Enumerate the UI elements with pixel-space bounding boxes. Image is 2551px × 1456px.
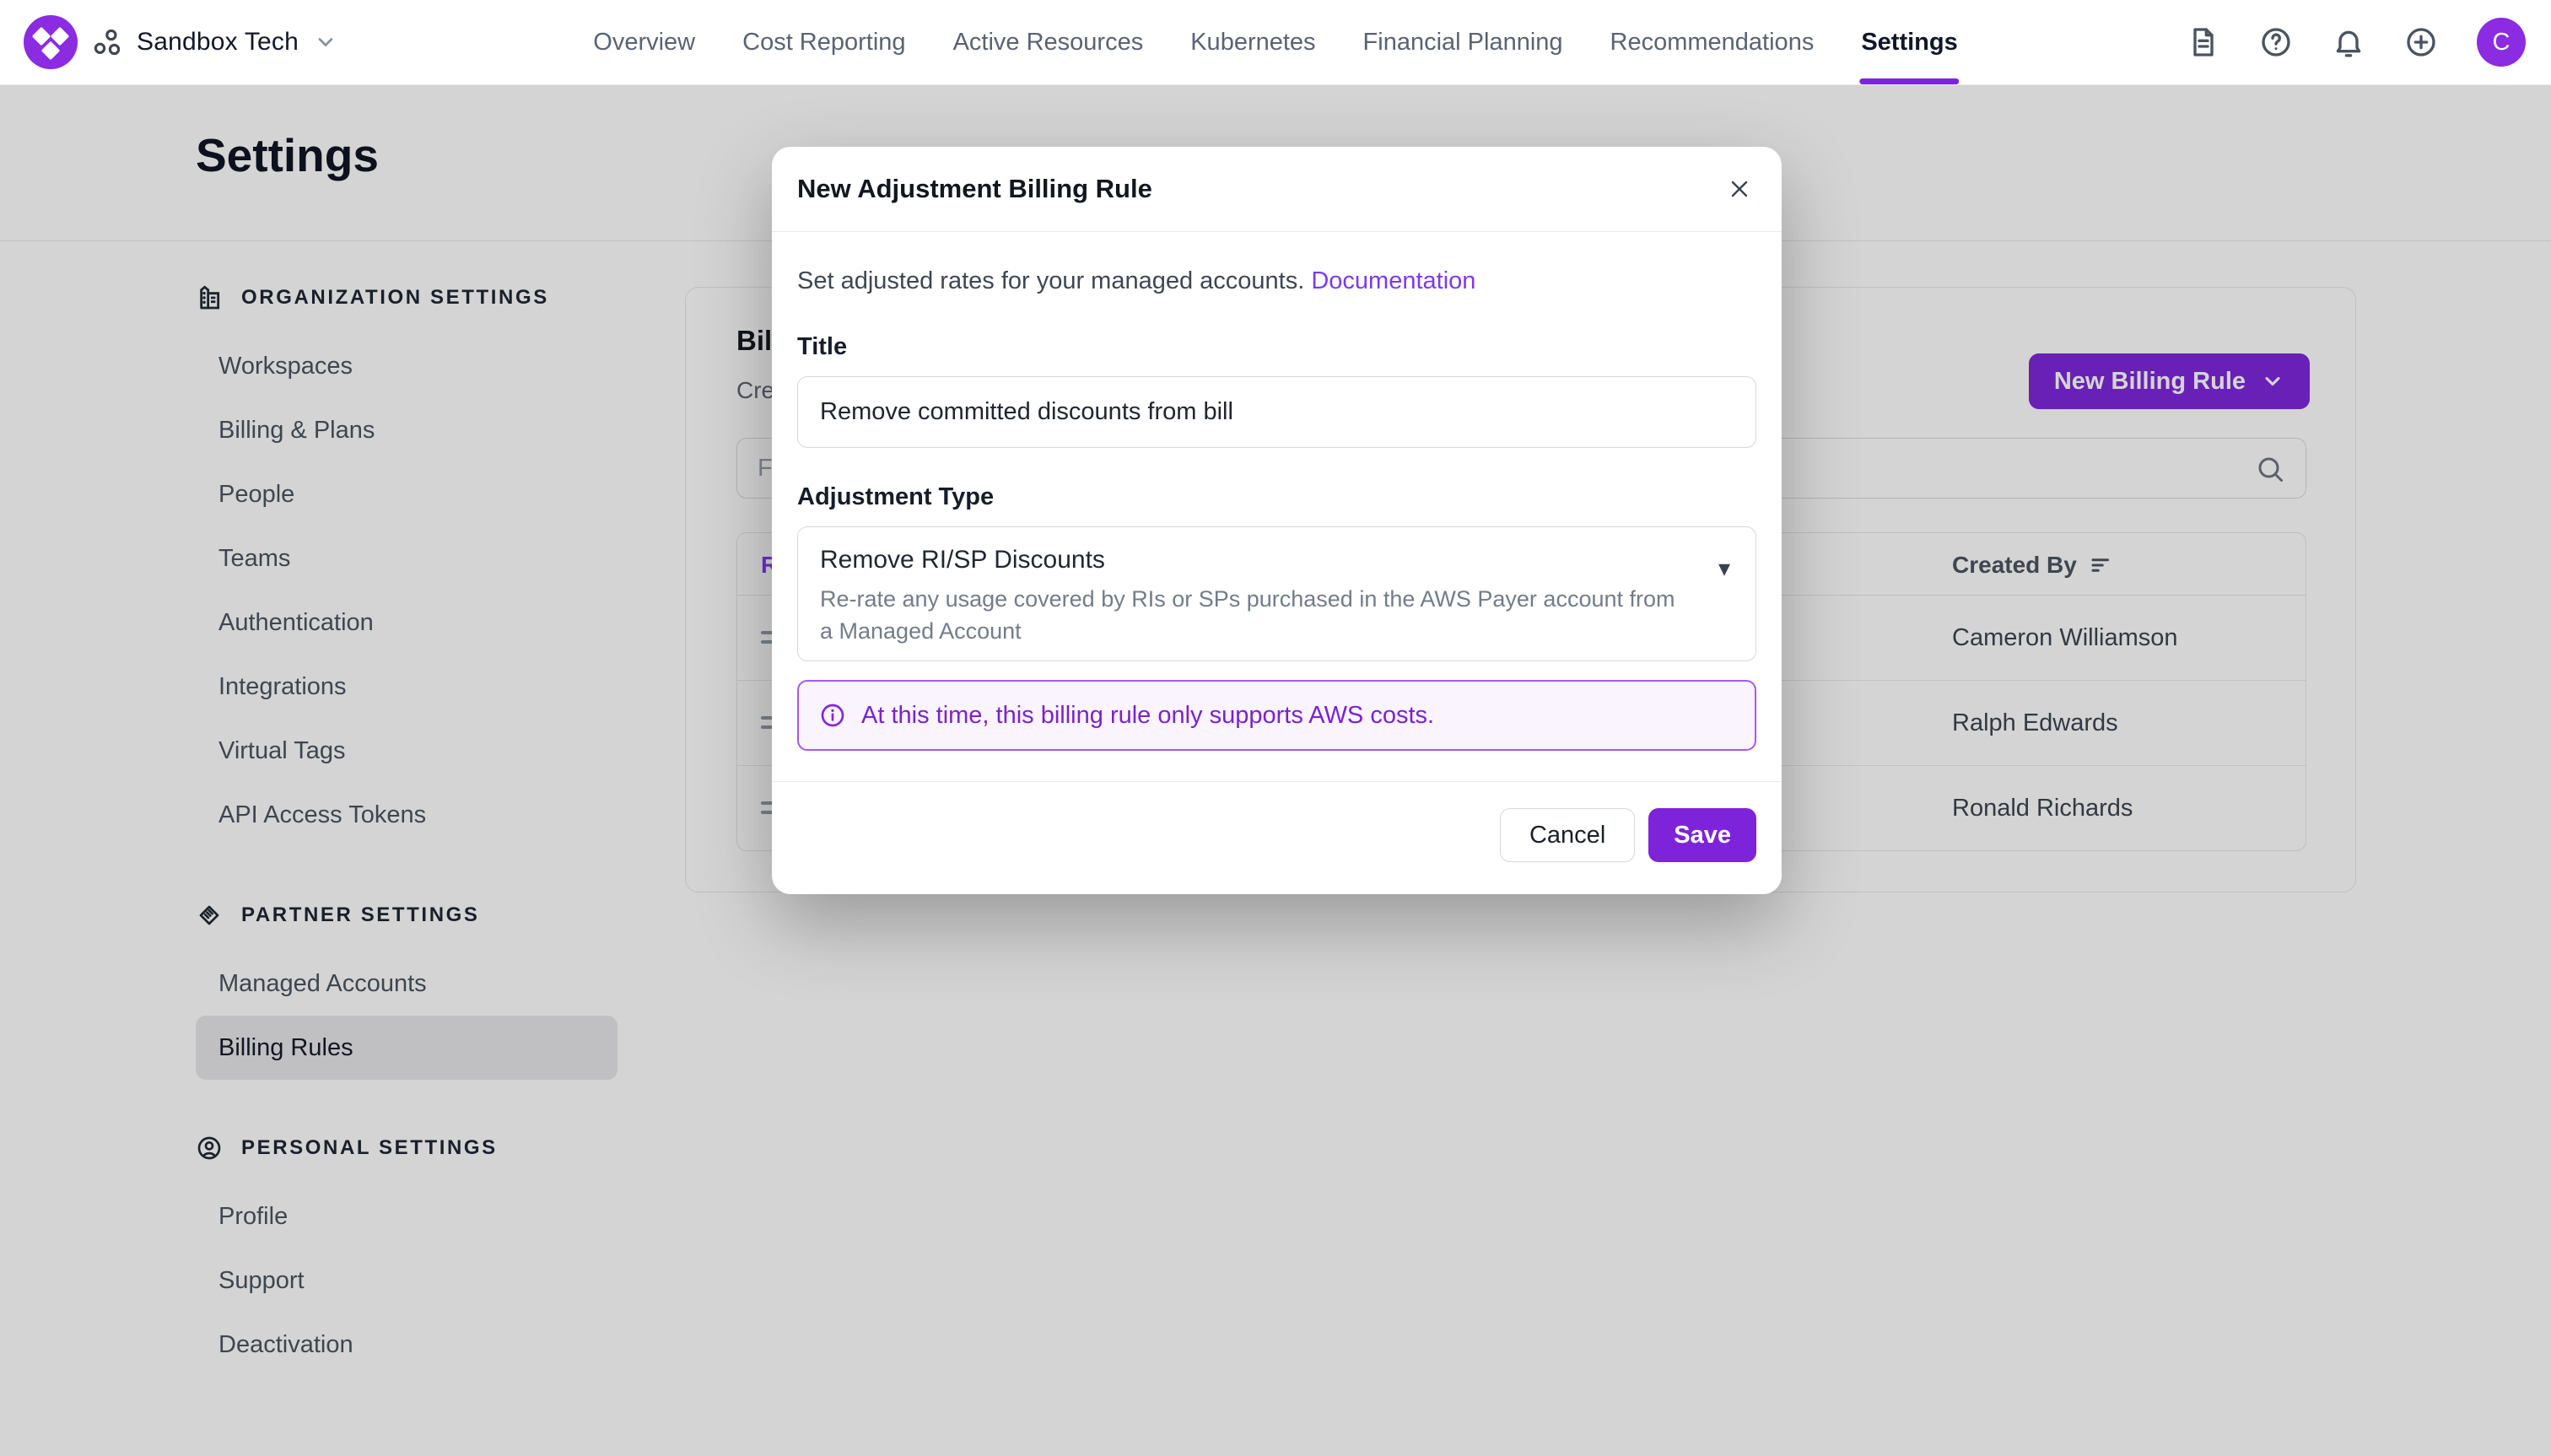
org-cluster-icon xyxy=(93,28,121,57)
topbar-actions: C xyxy=(2187,0,2526,84)
user-avatar[interactable]: C xyxy=(2477,18,2526,67)
modal-title: New Adjustment Billing Rule xyxy=(797,174,1152,204)
modal-footer: Cancel Save xyxy=(772,781,1782,888)
avatar-initial: C xyxy=(2493,29,2511,57)
nav-item-overview[interactable]: Overview xyxy=(593,0,695,84)
document-icon[interactable] xyxy=(2187,25,2220,59)
main-nav: Overview Cost Reporting Active Resources… xyxy=(593,0,1957,84)
nav-item-recommendations[interactable]: Recommendations xyxy=(1610,0,1815,84)
nav-item-cost-reporting[interactable]: Cost Reporting xyxy=(742,0,905,84)
nav-item-settings-label: Settings xyxy=(1861,29,1957,57)
aws-only-info-banner: At this time, this billing rule only sup… xyxy=(797,680,1756,751)
chevron-down-icon xyxy=(314,30,337,54)
modal-description: Set adjusted rates for your managed acco… xyxy=(797,264,1756,298)
title-input[interactable] xyxy=(797,376,1756,448)
save-button[interactable]: Save xyxy=(1648,808,1756,862)
nav-item-settings[interactable]: Settings xyxy=(1861,0,1957,84)
org-switcher[interactable]: Sandbox Tech xyxy=(24,0,337,84)
cancel-button[interactable]: Cancel xyxy=(1500,808,1635,862)
adjustment-type-select[interactable]: Remove RI/SP Discounts Re-rate any usage… xyxy=(797,526,1756,661)
adjustment-type-label: Adjustment Type xyxy=(797,483,1756,511)
title-field-label: Title xyxy=(797,333,1756,361)
info-icon xyxy=(819,702,846,729)
documentation-link[interactable]: Documentation xyxy=(1311,267,1475,294)
selected-option-description: Re-rate any usage covered by RIs or SPs … xyxy=(820,583,1680,647)
selected-option-label: Remove RI/SP Discounts xyxy=(820,546,1680,574)
nav-item-active-resources[interactable]: Active Resources xyxy=(953,0,1144,84)
nav-item-kubernetes[interactable]: Kubernetes xyxy=(1190,0,1315,84)
app-logo-icon xyxy=(24,15,78,69)
plus-circle-icon[interactable] xyxy=(2404,25,2438,59)
close-icon xyxy=(1726,175,1753,202)
dropdown-arrow-icon: ▾ xyxy=(1718,554,1730,582)
info-banner-text: At this time, this billing rule only sup… xyxy=(861,702,1434,730)
org-name: Sandbox Tech xyxy=(137,28,299,57)
bell-icon[interactable] xyxy=(2332,25,2365,59)
new-adjustment-billing-rule-modal: New Adjustment Billing Rule Set adjusted… xyxy=(772,147,1782,894)
modal-body: Set adjusted rates for your managed acco… xyxy=(772,264,1782,751)
close-button[interactable] xyxy=(1723,172,1756,206)
help-icon[interactable] xyxy=(2259,25,2293,59)
top-navigation-bar: Sandbox Tech Overview Cost Reporting Act… xyxy=(0,0,2551,85)
nav-item-financial-planning[interactable]: Financial Planning xyxy=(1363,0,1563,84)
active-tab-underline xyxy=(1859,78,1959,84)
modal-header: New Adjustment Billing Rule xyxy=(772,147,1782,232)
modal-description-text: Set adjusted rates for your managed acco… xyxy=(797,267,1304,294)
